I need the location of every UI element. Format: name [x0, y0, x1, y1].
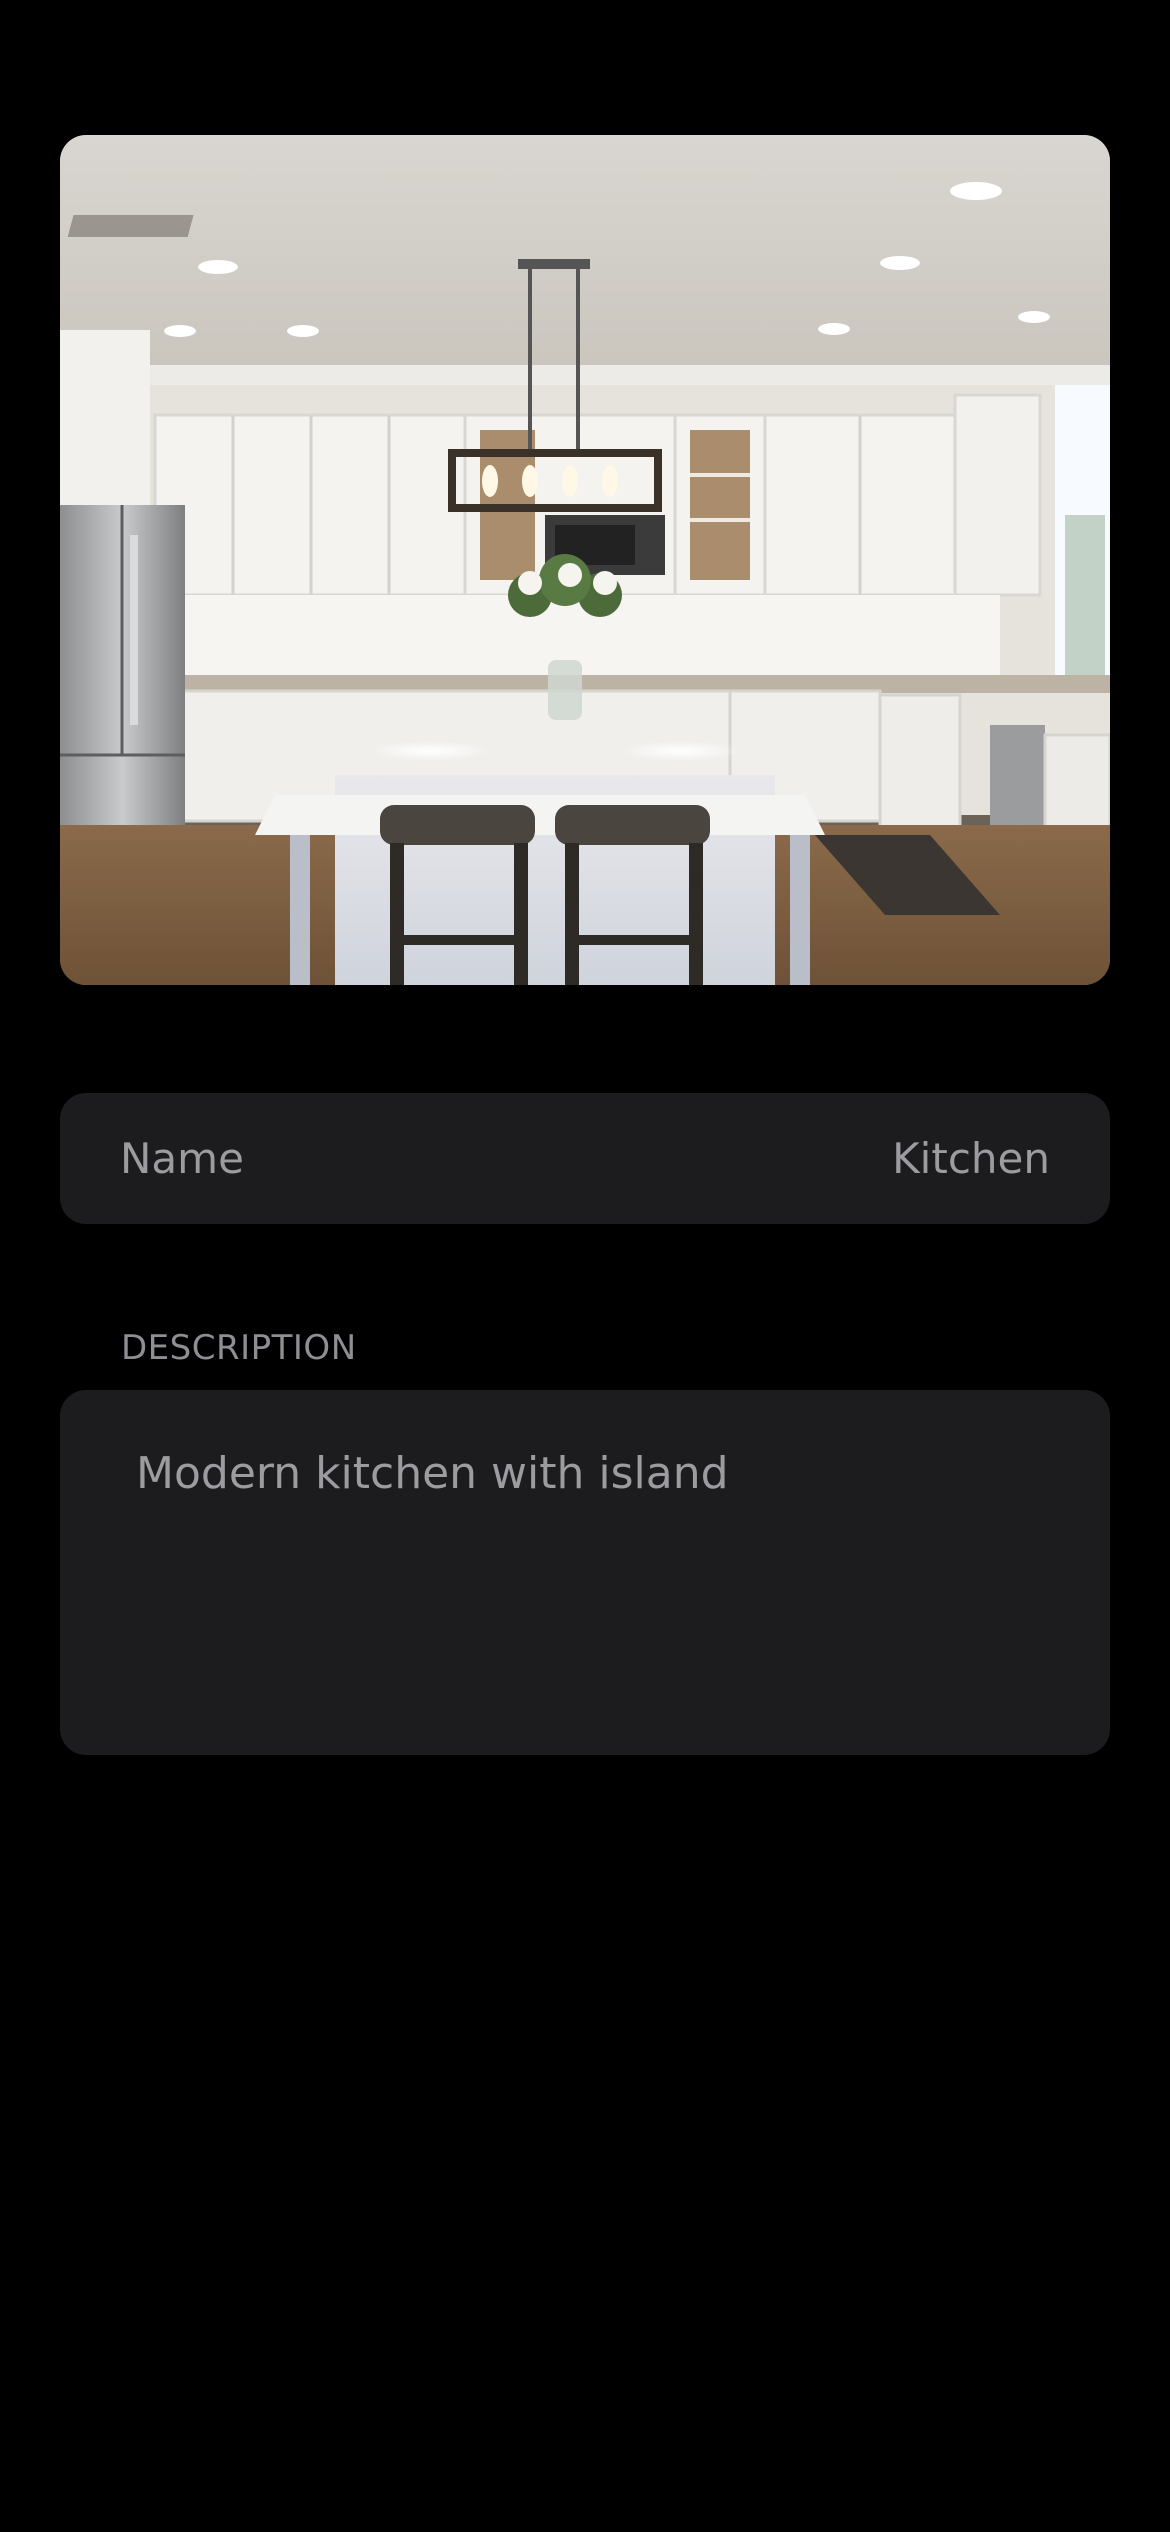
description-text: Modern kitchen with island — [136, 1448, 729, 1499]
room-detail-screen: Name Kitchen DESCRIPTION Modern kitchen … — [0, 0, 1170, 2532]
kitchen-photo-illustration — [60, 135, 1110, 985]
name-field-row[interactable]: Name Kitchen — [60, 1093, 1110, 1224]
name-value[interactable]: Kitchen — [892, 1134, 1050, 1183]
room-photo[interactable] — [60, 135, 1110, 985]
description-text-area[interactable]: Modern kitchen with island — [60, 1390, 1110, 1755]
description-section-header: DESCRIPTION — [121, 1328, 357, 1368]
name-label: Name — [120, 1134, 244, 1183]
